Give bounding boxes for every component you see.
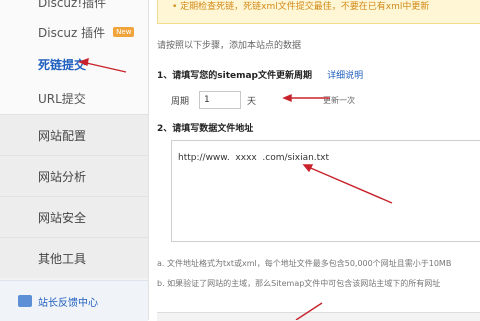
- sidebar-group-site-config[interactable]: 网站配置: [0, 114, 148, 155]
- intro-text: 请按照以下步骤，添加本站点的数据: [157, 41, 302, 51]
- sidebar: Discuz!插件 Discuz 插件 New 死链提交 URL提交 网站配置 …: [0, 0, 149, 321]
- step1-heading: 1、请填写您的sitemap文件更新周期 详细说明: [157, 68, 363, 81]
- frequency-note: 更新一次: [323, 96, 355, 105]
- frequency-row: 周期 天: [171, 90, 256, 110]
- sidebar-group-other-tools[interactable]: 其他工具: [0, 237, 148, 278]
- frequency-unit: 天: [247, 96, 257, 107]
- url-textarea[interactable]: http://www. xxxx .com/sixian.txt: [171, 140, 480, 242]
- sidebar-item-label: 网站安全: [38, 210, 87, 225]
- frequency-input[interactable]: [199, 91, 242, 109]
- note-main-domain: b. 如果验证了网站的主域，那么Sitemap文件中可包含该网站主域下的所有网址: [157, 279, 441, 288]
- feedback-label: 站长反馈中心: [38, 297, 98, 309]
- feedback-icon: [18, 295, 32, 307]
- sidebar-item-url-submit[interactable]: URL提交: [0, 78, 148, 118]
- sidebar-item-label: Discuz!插件: [38, 0, 107, 10]
- details-link[interactable]: 详细说明: [327, 71, 363, 81]
- note-file-format: a. 文件地址格式为txt或xml，每个地址文件最多包含50,000个网址且需小…: [157, 259, 452, 268]
- feedback-center-link[interactable]: 站长反馈中心: [0, 280, 148, 321]
- step2-title: 2、请填写数据文件地址: [157, 124, 254, 134]
- frequency-label: 周期: [171, 96, 190, 107]
- sidebar-item-label: URL提交: [38, 91, 86, 106]
- sidebar-item-label: Discuz 插件: [38, 25, 106, 40]
- sidebar-item-label: 其他工具: [38, 251, 87, 266]
- sidebar-group-site-analysis[interactable]: 网站分析: [0, 155, 148, 196]
- main-content: • 定期检查死链，死链xml文件提交最佳，不要在已有xml中更新 请按照以下步骤…: [149, 0, 480, 321]
- sidebar-group-site-security[interactable]: 网站安全: [0, 196, 148, 237]
- sidebar-item-label: 网站分析: [38, 169, 87, 184]
- notice-banner: • 定期检查死链，死链xml文件提交最佳，不要在已有xml中更新: [157, 0, 480, 24]
- step1-title: 1、请填写您的sitemap文件更新周期: [157, 71, 313, 81]
- sidebar-item-label: 死链提交: [38, 57, 87, 72]
- new-badge: New: [113, 27, 135, 37]
- sidebar-item-label: 网站配置: [38, 128, 87, 143]
